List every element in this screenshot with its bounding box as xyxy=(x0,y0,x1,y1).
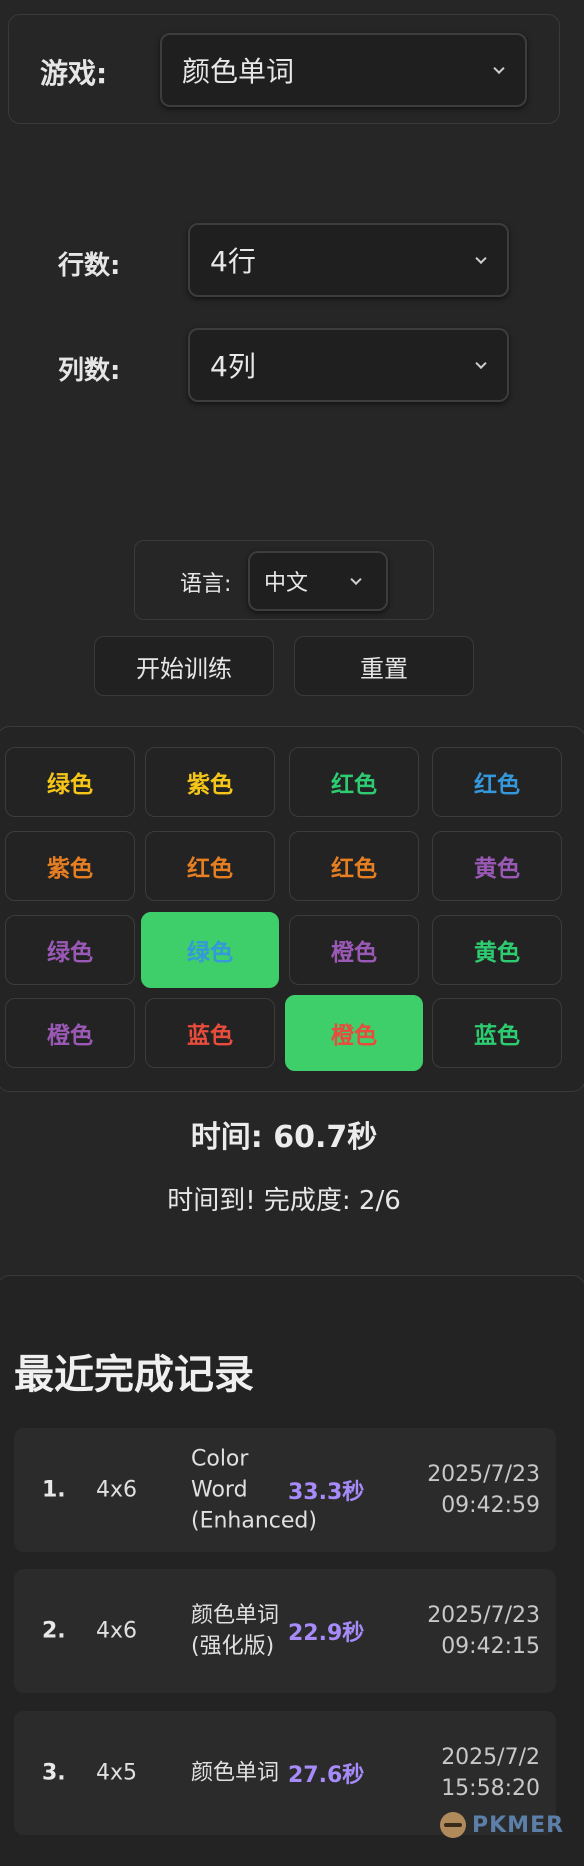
record-clock: 15:58:20 xyxy=(441,1776,540,1801)
record-game-name: 颜色单词 xyxy=(191,1760,280,1786)
game-select[interactable]: 颜色单词 xyxy=(160,33,527,107)
grid-cell[interactable]: 绿色 xyxy=(5,747,135,817)
game-select-value: 颜色单词 xyxy=(182,55,295,88)
record-rank: 3. xyxy=(42,1760,66,1786)
record-game-name: 颜色单词(强化版) xyxy=(191,1603,280,1659)
chevron-down-icon xyxy=(350,573,362,586)
rows-select-value: 4行 xyxy=(210,245,256,278)
grid-cell[interactable]: 红色 xyxy=(145,831,275,901)
pkmer-logo-icon xyxy=(440,1812,466,1838)
reset-button[interactable]: 重置 xyxy=(294,636,474,696)
grid-cell[interactable]: 黄色 xyxy=(432,831,562,901)
chevron-down-icon xyxy=(493,62,505,75)
cols-select-value: 4列 xyxy=(210,350,256,383)
record-grid-size: 4x5 xyxy=(96,1760,138,1786)
grid-cell[interactable]: 紫色 xyxy=(145,747,275,817)
grid-cell[interactable]: 黄色 xyxy=(432,915,562,985)
record-datetime: 2025/7/2 15:58:20 xyxy=(400,1742,540,1804)
chevron-down-icon xyxy=(475,252,487,265)
timer-display: 时间: 60.7秒 xyxy=(190,1120,378,1155)
cols-label: 列数: xyxy=(58,356,121,386)
pkmer-logo-text: PKMER xyxy=(472,1812,565,1838)
rows-select[interactable]: 4行 xyxy=(188,223,509,297)
record-datetime: 2025/7/23 09:42:15 xyxy=(400,1600,540,1662)
language-select[interactable]: 中文 xyxy=(248,551,388,611)
grid-cell[interactable]: 橙色 xyxy=(289,915,419,985)
record-time: 33.3秒 xyxy=(288,1480,365,1505)
record-clock: 09:42:59 xyxy=(441,1493,540,1518)
chevron-down-icon xyxy=(475,357,487,370)
grid-cell[interactable]: 橙色 xyxy=(5,998,135,1068)
record-clock: 09:42:15 xyxy=(441,1634,540,1659)
word-grid: 绿色 紫色 红色 红色 紫色 红色 红色 黄色 绿色 绿色 橙色 黄色 橙色 蓝色 橙色 蓝色 xyxy=(0,726,584,1092)
game-label: 游戏: xyxy=(40,57,108,90)
record-row: 1. 4x6 Color Word (Enhanced) 33.3秒 2025/7/23… xyxy=(14,1428,556,1552)
grid-cell[interactable]: 绿色 xyxy=(5,915,135,985)
record-grid-size: 4x6 xyxy=(96,1477,138,1503)
start-training-button[interactable]: 开始训练 xyxy=(94,636,274,696)
grid-cell[interactable]: 绿色 xyxy=(141,912,279,988)
language-select-value: 中文 xyxy=(264,571,309,596)
language-label: 语言: xyxy=(180,572,232,597)
status-message: 时间到! 完成度: 2/6 xyxy=(167,1186,401,1216)
record-time: 27.6秒 xyxy=(288,1763,365,1788)
grid-cell[interactable]: 蓝色 xyxy=(145,998,275,1068)
record-game-name: Color Word (Enhanced) xyxy=(191,1446,317,1534)
grid-cell[interactable]: 橙色 xyxy=(285,995,423,1071)
record-rank: 2. xyxy=(42,1618,66,1644)
grid-cell[interactable]: 红色 xyxy=(289,831,419,901)
grid-cell[interactable]: 红色 xyxy=(289,747,419,817)
record-time: 22.9秒 xyxy=(288,1621,365,1646)
grid-cell[interactable]: 红色 xyxy=(432,747,562,817)
pkmer-logo: PKMER xyxy=(440,1812,564,1838)
record-date: 2025/7/23 xyxy=(427,1462,540,1487)
records-title: 最近完成记录 xyxy=(14,1352,254,1398)
rows-label: 行数: xyxy=(58,251,121,281)
record-date: 2025/7/23 xyxy=(427,1603,540,1628)
record-grid-size: 4x6 xyxy=(96,1618,138,1644)
cols-select[interactable]: 4列 xyxy=(188,328,509,402)
record-rank: 1. xyxy=(42,1477,66,1503)
record-row: 2. 4x6 颜色单词(强化版) 22.9秒 2025/7/23 09:42:15 xyxy=(14,1569,556,1693)
record-datetime: 2025/7/23 09:42:59 xyxy=(400,1459,540,1521)
grid-cell[interactable]: 蓝色 xyxy=(432,998,562,1068)
record-date: 2025/7/2 xyxy=(441,1745,540,1770)
grid-cell[interactable]: 紫色 xyxy=(5,831,135,901)
